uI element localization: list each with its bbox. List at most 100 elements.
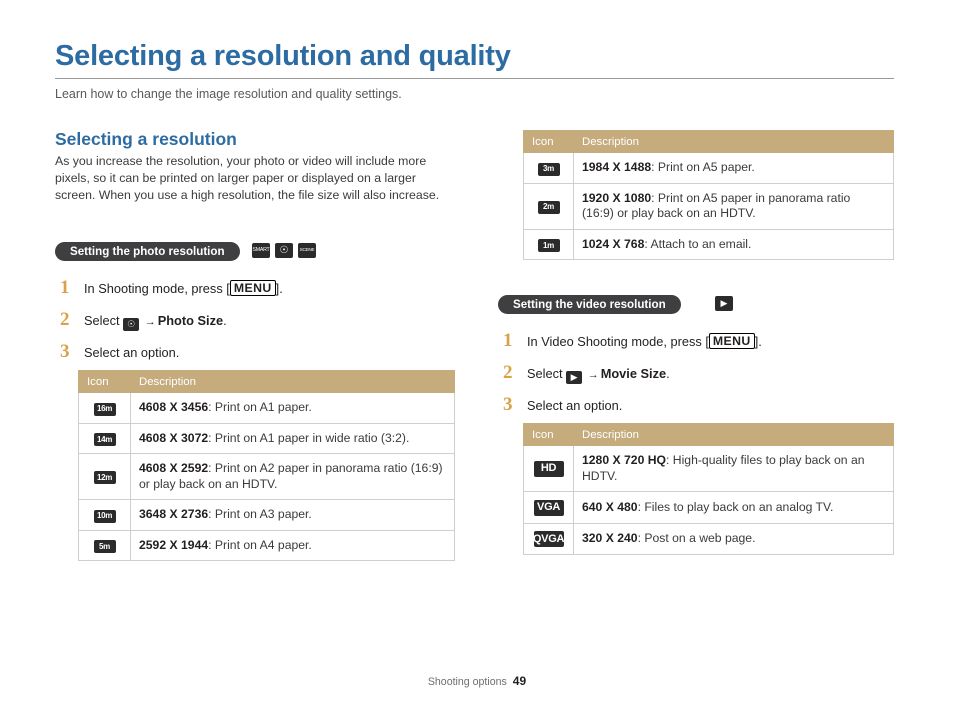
- step1-text-before: In Shooting mode, press [: [84, 281, 230, 296]
- step-number-1-left: 1: [60, 277, 70, 298]
- scene-icon: SCENE: [298, 243, 316, 258]
- document-page: Selecting a resolution and quality Learn…: [0, 0, 954, 720]
- resolution-icon-cell: 14m: [78, 423, 131, 454]
- label-setting-the-video-resolution: Setting the video resolution: [498, 295, 681, 314]
- menu-key: MENU: [708, 333, 755, 349]
- table-row: HD 1280 X 720 HQ: High-quality files to …: [523, 445, 894, 492]
- resolution-icon-cell: VGA: [523, 491, 574, 524]
- step-text-1-left: In Shooting mode, press [MENU].: [84, 280, 283, 297]
- resolution-value: 1984 X 1488: [582, 160, 652, 174]
- description-cell: 1984 X 1488: Print on A5 paper.: [573, 152, 894, 184]
- table-row: 5m 2592 X 1944: Print on A4 paper.: [78, 530, 455, 561]
- title-divider: [55, 78, 894, 79]
- step2-text-after: .: [223, 313, 227, 328]
- step-text-2-left: Select ☉ → Photo Size.: [84, 313, 227, 331]
- resolution-icon-cell: 12m: [78, 453, 131, 500]
- resolution-value: 3648 X 2736: [139, 507, 209, 521]
- resolution-icon-qvga: QVGA: [533, 531, 564, 547]
- resolution-icon-hd: HD: [533, 460, 564, 477]
- photo-resolution-table-continued: Icon Description 3m 1984 X 1488: Print o…: [523, 130, 894, 260]
- resolution-icon-cell: 5m: [78, 530, 131, 561]
- resolution-description: : Post on a web page.: [637, 531, 756, 545]
- table-row: 1m 1024 X 768: Attach to an email.: [523, 229, 894, 260]
- resolution-description: : Print on A5 paper.: [651, 160, 755, 174]
- table-row: 12m 4608 X 2592: Print on A2 paper in pa…: [78, 453, 455, 500]
- vstep1-text-after: ].: [754, 334, 762, 349]
- resolution-value: 4608 X 2592: [139, 461, 209, 475]
- table-row: QVGA 320 X 240: Post on a web page.: [523, 523, 894, 555]
- page-footer: Shooting options 49: [0, 674, 954, 688]
- step-number-2-left: 2: [60, 309, 70, 330]
- resolution-description: : Attach to an email.: [644, 236, 752, 251]
- resolution-value: 1280 X 720 HQ: [582, 453, 667, 467]
- resolution-icon-cell: 3m: [523, 152, 574, 184]
- description-cell: 1024 X 768: Attach to an email.: [573, 229, 894, 260]
- description-cell: 1920 X 1080: Print on A5 paper in panora…: [573, 183, 894, 230]
- resolution-icon-16m: 16m: [93, 402, 116, 416]
- vstep2-text-after: .: [666, 366, 670, 381]
- step-text-3-right: Select an option.: [527, 398, 623, 413]
- step-number-1-right: 1: [503, 330, 513, 351]
- description-cell: 4608 X 3072: Print on A1 paper in wide r…: [130, 423, 455, 454]
- description-cell: 2592 X 1944: Print on A4 paper.: [130, 530, 455, 561]
- resolution-icon-10m: 10m: [93, 509, 116, 523]
- description-cell: 4608 X 3456: Print on A1 paper.: [130, 392, 455, 424]
- step-text-1-right: In Video Shooting mode, press [MENU].: [527, 333, 762, 350]
- resolution-description: : Files to play back on an analog TV.: [637, 499, 834, 514]
- step2-bold-label: Photo Size: [157, 313, 224, 328]
- vstep1-text-before: In Video Shooting mode, press [: [527, 334, 709, 349]
- resolution-value: 640 X 480: [582, 499, 638, 514]
- resolution-icon-cell: HD: [523, 445, 574, 492]
- resolution-icon-5m: 5m: [93, 540, 116, 553]
- step2-text-before: Select: [84, 313, 120, 328]
- column-header-icon: Icon: [523, 130, 574, 153]
- resolution-value: 4608 X 3456: [139, 400, 209, 414]
- resolution-value: 4608 X 3072: [139, 430, 209, 445]
- arrow-icon: →: [144, 316, 156, 328]
- step-text-3-left: Select an option.: [84, 345, 180, 360]
- column-header-description: Description: [573, 130, 894, 153]
- column-header-description: Description: [130, 370, 455, 393]
- resolution-icon-cell: 2m: [523, 183, 574, 230]
- page-subtitle: Learn how to change the image resolution…: [55, 87, 402, 101]
- resolution-icon-vga: VGA: [533, 499, 564, 516]
- section-body-text: As you increase the resolution, your pho…: [55, 154, 440, 203]
- table-row: 3m 1984 X 1488: Print on A5 paper.: [523, 152, 894, 184]
- table-row: 10m 3648 X 2736: Print on A3 paper.: [78, 499, 455, 531]
- movie-icon: ▶: [715, 296, 733, 311]
- smart-auto-icon: SMART: [252, 243, 270, 258]
- description-cell: 1280 X 720 HQ: High-quality files to pla…: [573, 445, 894, 492]
- resolution-icon-14m: 14m: [93, 433, 116, 446]
- vstep2-text-before: Select: [527, 366, 563, 381]
- vstep2-bold-label: Movie Size: [600, 366, 667, 381]
- table-row: VGA 640 X 480: Files to play back on an …: [523, 491, 894, 524]
- step-number-3-left: 3: [60, 341, 70, 362]
- arrow-icon: →: [587, 369, 599, 381]
- column-header-description: Description: [573, 423, 894, 446]
- step-number-2-right: 2: [503, 362, 513, 383]
- description-cell: 320 X 240: Post on a web page.: [573, 523, 894, 555]
- column-header-icon: Icon: [523, 423, 574, 446]
- table-row: 16m 4608 X 3456: Print on A1 paper.: [78, 392, 455, 424]
- resolution-value: 1024 X 768: [582, 236, 645, 251]
- page-title: Selecting a resolution and quality: [55, 40, 511, 72]
- camera-icon: ☉: [275, 243, 293, 258]
- resolution-description: : Print on A1 paper in wide ratio (3:2).: [208, 430, 410, 445]
- resolution-value: 2592 X 1944: [139, 537, 209, 552]
- table-row: 2m 1920 X 1080: Print on A5 paper in pan…: [523, 183, 894, 230]
- footer-section-label: Shooting options: [427, 676, 507, 688]
- section-heading-selecting-a-resolution: Selecting a resolution: [55, 129, 237, 149]
- video-resolution-table: Icon Description HD 1280 X 720 HQ: High-…: [523, 423, 894, 555]
- photo-resolution-table: Icon Description 16m 4608 X 3456: Print …: [78, 370, 455, 561]
- column-header-icon: Icon: [78, 370, 131, 393]
- resolution-icon-12m: 12m: [93, 471, 116, 485]
- table-header-row: Icon Description: [523, 423, 894, 446]
- resolution-value: 1920 X 1080: [582, 190, 652, 205]
- step-number-3-right: 3: [503, 394, 513, 415]
- description-cell: 4608 X 2592: Print on A2 paper in panora…: [130, 453, 455, 500]
- step1-text-after: ].: [275, 281, 283, 296]
- table-header-row: Icon Description: [523, 130, 894, 153]
- resolution-description: : Print on A1 paper.: [208, 400, 312, 414]
- resolution-icon-cell: 1m: [523, 229, 574, 260]
- movie-icon: ▶: [566, 371, 583, 384]
